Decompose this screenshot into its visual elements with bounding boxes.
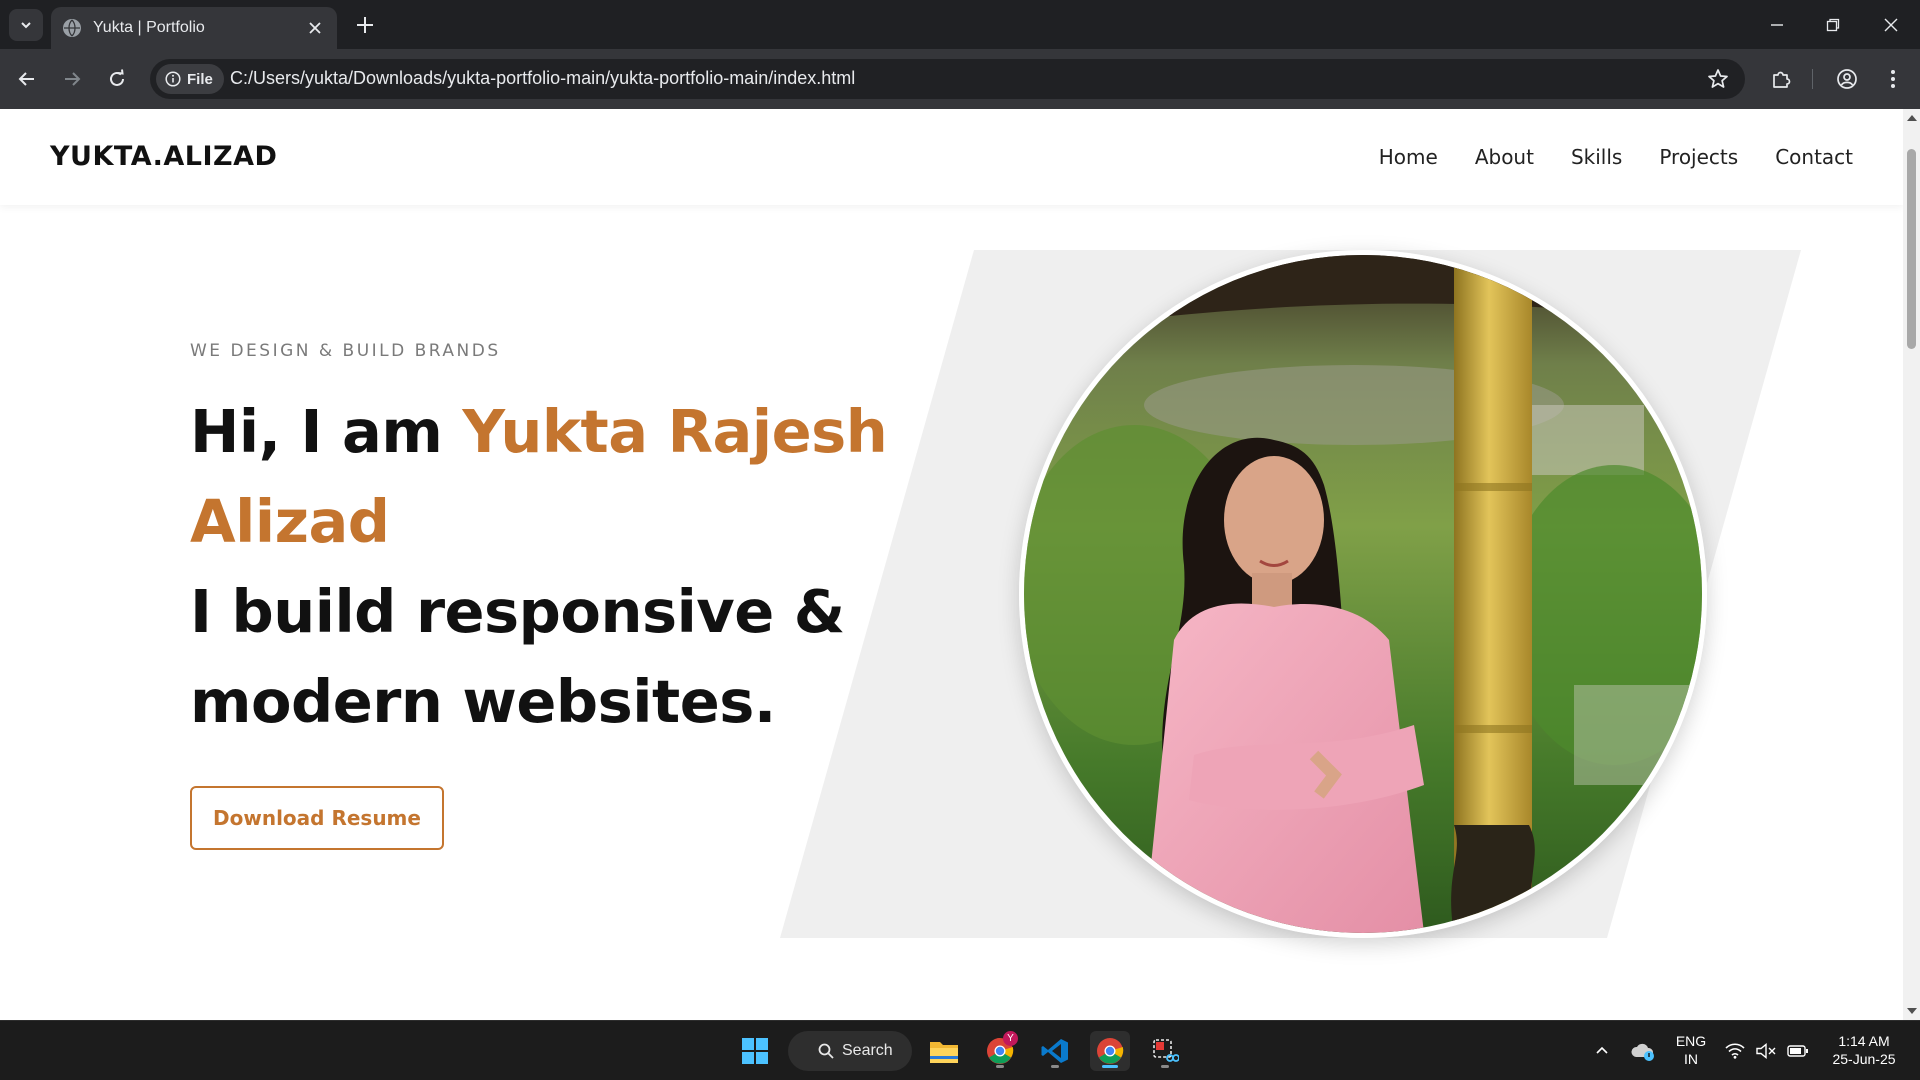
- plus-icon: [357, 17, 373, 33]
- taskbar-search[interactable]: Search: [788, 1031, 912, 1071]
- taskbar-search-label: Search: [842, 1042, 893, 1059]
- main-nav: Home About Skills Projects Contact: [1379, 145, 1853, 169]
- forward-button[interactable]: [57, 64, 87, 94]
- file-explorer-icon[interactable]: [924, 1031, 964, 1071]
- vscode-icon[interactable]: [1035, 1031, 1075, 1071]
- url-text[interactable]: C:/Users/yukta/Downloads/yukta-portfolio…: [230, 68, 855, 89]
- address-bar[interactable]: File C:/Users/yukta/Downloads/yukta-port…: [150, 59, 1745, 99]
- nav-contact[interactable]: Contact: [1775, 145, 1853, 169]
- hero-greeting: Hi, I am: [190, 397, 463, 466]
- scroll-up-icon[interactable]: [1907, 115, 1917, 121]
- hero-tagline: WE DESIGN & BUILD BRANDS: [190, 341, 501, 361]
- toolbar-separator: [1812, 69, 1813, 89]
- wifi-icon[interactable]: [1720, 1031, 1750, 1071]
- chevron-up-icon[interactable]: [1582, 1031, 1622, 1071]
- tab-search-button[interactable]: [9, 9, 43, 41]
- close-window-button[interactable]: [1876, 10, 1906, 40]
- reload-button[interactable]: [102, 64, 132, 94]
- region-code: IN: [1684, 1051, 1698, 1067]
- language-indicator[interactable]: ENG IN: [1672, 1032, 1710, 1068]
- nav-skills[interactable]: Skills: [1571, 145, 1622, 169]
- browser-toolbar: File C:/Users/yukta/Downloads/yukta-port…: [0, 49, 1920, 109]
- site-info-label: File: [187, 70, 213, 88]
- windows-taskbar: Search Y ENG IN 1:14 AM 25-Jun-25: [0, 1020, 1920, 1080]
- browser-menu-button[interactable]: [1878, 64, 1908, 94]
- page-viewport: YUKTA.ALIZAD Home About Skills Projects …: [0, 109, 1903, 1020]
- nav-about[interactable]: About: [1475, 145, 1534, 169]
- scrollbar-thumb[interactable]: [1907, 149, 1916, 349]
- language-code: ENG: [1675, 1033, 1707, 1049]
- volume-muted-icon[interactable]: [1751, 1031, 1781, 1071]
- info-icon: [165, 71, 181, 87]
- new-tab-button[interactable]: [352, 12, 378, 38]
- hero-headline: Hi, I am Yukta Rajesh Alizad I build resp…: [190, 387, 910, 747]
- globe-icon: [63, 19, 81, 37]
- profile-photo: [1019, 250, 1707, 938]
- battery-icon[interactable]: [1782, 1031, 1814, 1071]
- page-scrollbar[interactable]: [1903, 109, 1920, 1020]
- clock-time: 1:14 AM: [1838, 1033, 1890, 1049]
- download-resume-button[interactable]: Download Resume: [190, 786, 444, 850]
- onedrive-icon[interactable]: [1624, 1031, 1662, 1071]
- chrome-icon[interactable]: [1090, 1031, 1130, 1071]
- close-icon: [1884, 18, 1898, 32]
- nav-home[interactable]: Home: [1379, 145, 1438, 169]
- more-vertical-icon: [1891, 70, 1895, 88]
- scroll-down-icon[interactable]: [1907, 1008, 1917, 1014]
- browser-tab-bar: Yukta | Portfolio: [0, 0, 1920, 49]
- windows-start-icon[interactable]: [735, 1031, 775, 1071]
- running-indicator: [996, 1065, 1004, 1068]
- chevron-down-icon: [21, 22, 31, 29]
- arrow-left-icon: [18, 72, 34, 86]
- minimize-icon: [1771, 24, 1783, 26]
- restore-button[interactable]: [1818, 10, 1848, 40]
- reload-icon: [110, 69, 124, 86]
- tab-title: Yukta | Portfolio: [93, 19, 205, 36]
- site-header: YUKTA.ALIZAD Home About Skills Projects …: [0, 109, 1903, 205]
- back-button[interactable]: [12, 64, 42, 94]
- restore-icon: [1826, 18, 1840, 32]
- nav-projects[interactable]: Projects: [1659, 145, 1738, 169]
- active-indicator: [1102, 1065, 1118, 1068]
- running-indicator: [1051, 1065, 1059, 1068]
- snipping-tool-icon[interactable]: [1145, 1031, 1185, 1071]
- profile-badge: Y: [1003, 1031, 1018, 1046]
- chrome-profile-icon[interactable]: Y: [980, 1031, 1020, 1071]
- clock[interactable]: 1:14 AM 25-Jun-25: [1820, 1032, 1908, 1068]
- hero-statement: I build responsive & modern websites.: [190, 577, 845, 736]
- site-logo[interactable]: YUKTA.ALIZAD: [50, 141, 277, 172]
- extensions-button[interactable]: [1766, 64, 1796, 94]
- browser-tab-active[interactable]: Yukta | Portfolio: [51, 7, 337, 49]
- site-info-chip[interactable]: File: [156, 64, 224, 94]
- arrow-right-icon: [65, 72, 81, 86]
- running-indicator: [1161, 1065, 1169, 1068]
- bookmark-star-icon[interactable]: [1707, 68, 1729, 94]
- profile-button[interactable]: [1832, 64, 1862, 94]
- tab-close-icon[interactable]: [305, 18, 325, 38]
- search-icon: [818, 1043, 834, 1059]
- clock-date: 25-Jun-25: [1832, 1051, 1896, 1067]
- puzzle-icon: [1773, 71, 1791, 88]
- minimize-button[interactable]: [1762, 10, 1792, 40]
- account-icon: [1837, 69, 1857, 89]
